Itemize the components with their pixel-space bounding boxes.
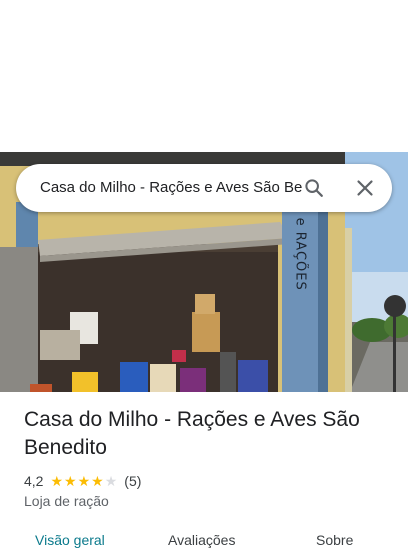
star-empty-icon: ★ [104,473,118,489]
place-title: Casa do Milho - Rações e Aves São Benedi… [24,408,360,459]
star-filled-icon: ★ [91,473,104,489]
rating-value: 4,2 [24,473,44,489]
star-rating: ★ ★ ★ ★ ★ [50,474,118,488]
close-button[interactable] [349,172,381,204]
star-filled-icon: ★ [77,473,91,489]
close-icon [357,180,373,196]
tab-about[interactable]: Sobre [316,532,353,548]
search-bar[interactable]: Casa do Milho - Rações e Aves São Benedi… [16,164,392,212]
map-blank-area [0,0,408,152]
tab-reviews[interactable]: Avaliações [168,532,235,548]
search-input[interactable]: Casa do Milho - Rações e Aves São Benedi… [40,164,302,212]
review-count[interactable]: (5) [124,473,141,489]
rating-row[interactable]: 4,2 ★ ★ ★ ★ ★ (5) [24,472,141,490]
place-category[interactable]: Loja de ração [24,493,109,509]
search-icon [305,179,323,197]
star-filled-icon: ★ [50,473,64,489]
tab-overview[interactable]: Visão geral [35,532,105,548]
search-button[interactable] [298,172,330,204]
tab-bar: Visão geral Avaliações Sobre [0,528,408,548]
star-filled-icon: ★ [64,473,77,489]
